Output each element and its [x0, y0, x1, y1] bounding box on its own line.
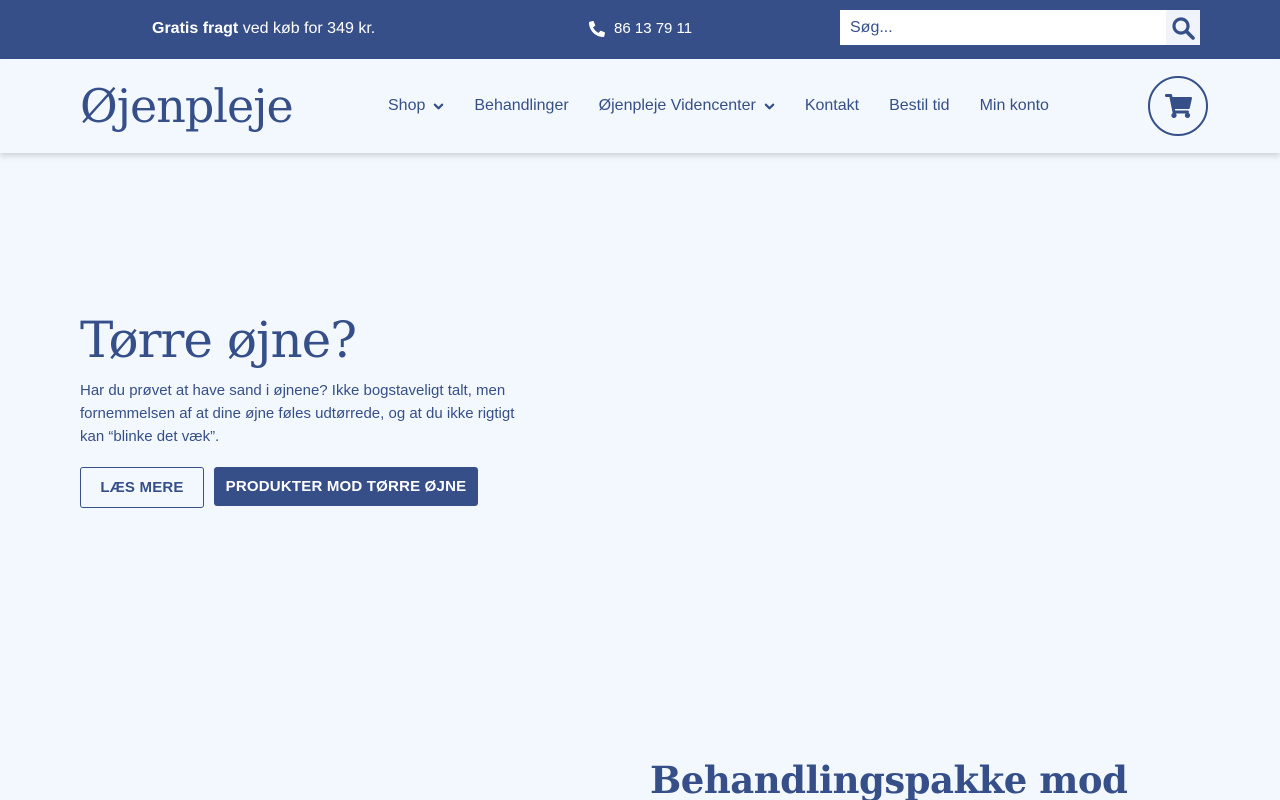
treatment-package-title: Behandlingspakke mod — [650, 758, 1128, 800]
free-shipping-notice: Gratis fragt ved køb for 349 kr. — [152, 19, 375, 39]
shopping-cart-icon — [1164, 94, 1192, 118]
logo[interactable]: Øjenpleje — [80, 79, 294, 133]
read-more-button[interactable]: LÆS MERE — [80, 467, 204, 508]
nav-label: Kontakt — [804, 97, 860, 114]
search-form — [840, 10, 1200, 45]
nav-item-kontakt[interactable]: Kontakt — [805, 95, 859, 117]
hero-description: Har du prøvet at have sand i øjnene? Ikk… — [80, 382, 515, 445]
nav-item-bestil-tid[interactable]: Bestil tid — [889, 95, 949, 117]
main-nav: Shop Behandlinger Øjenpleje Videncenter … — [388, 95, 1049, 117]
main-header: Øjenpleje Shop Behandlinger Øjenpleje Vi… — [0, 59, 1280, 153]
nav-item-shop[interactable]: Shop — [388, 95, 444, 117]
nav-label: Shop — [388, 97, 426, 114]
search-button[interactable] — [1166, 10, 1200, 45]
nav-label: Min konto — [979, 97, 1049, 114]
nav-item-behandlinger[interactable]: Behandlinger — [474, 95, 568, 117]
search-icon — [1172, 16, 1195, 40]
top-bar: Gratis fragt ved køb for 349 kr. 86 13 7… — [0, 0, 1280, 59]
nav-item-videncenter[interactable]: Øjenpleje Videncenter — [599, 95, 775, 117]
phone-number: 86 13 79 11 — [614, 20, 693, 37]
nav-label: Bestil tid — [889, 97, 950, 114]
nav-item-min-konto[interactable]: Min konto — [980, 95, 1049, 117]
free-shipping-bold: Gratis fragt — [152, 20, 239, 37]
chevron-down-icon — [764, 103, 775, 109]
free-shipping-text: ved køb for 349 kr. — [238, 20, 376, 37]
phone-icon — [589, 21, 605, 37]
phone-link[interactable]: 86 13 79 11 — [589, 19, 692, 39]
hero-title: Tørre øjne? — [80, 311, 357, 369]
nav-label: Øjenpleje Videncenter — [598, 97, 756, 114]
nav-label: Behandlinger — [474, 97, 569, 114]
dry-eye-products-button[interactable]: PRODUKTER MOD TØRRE ØJNE — [214, 467, 478, 506]
chevron-down-icon — [434, 103, 444, 109]
search-input[interactable] — [840, 10, 1166, 45]
cart-button[interactable] — [1148, 76, 1208, 136]
